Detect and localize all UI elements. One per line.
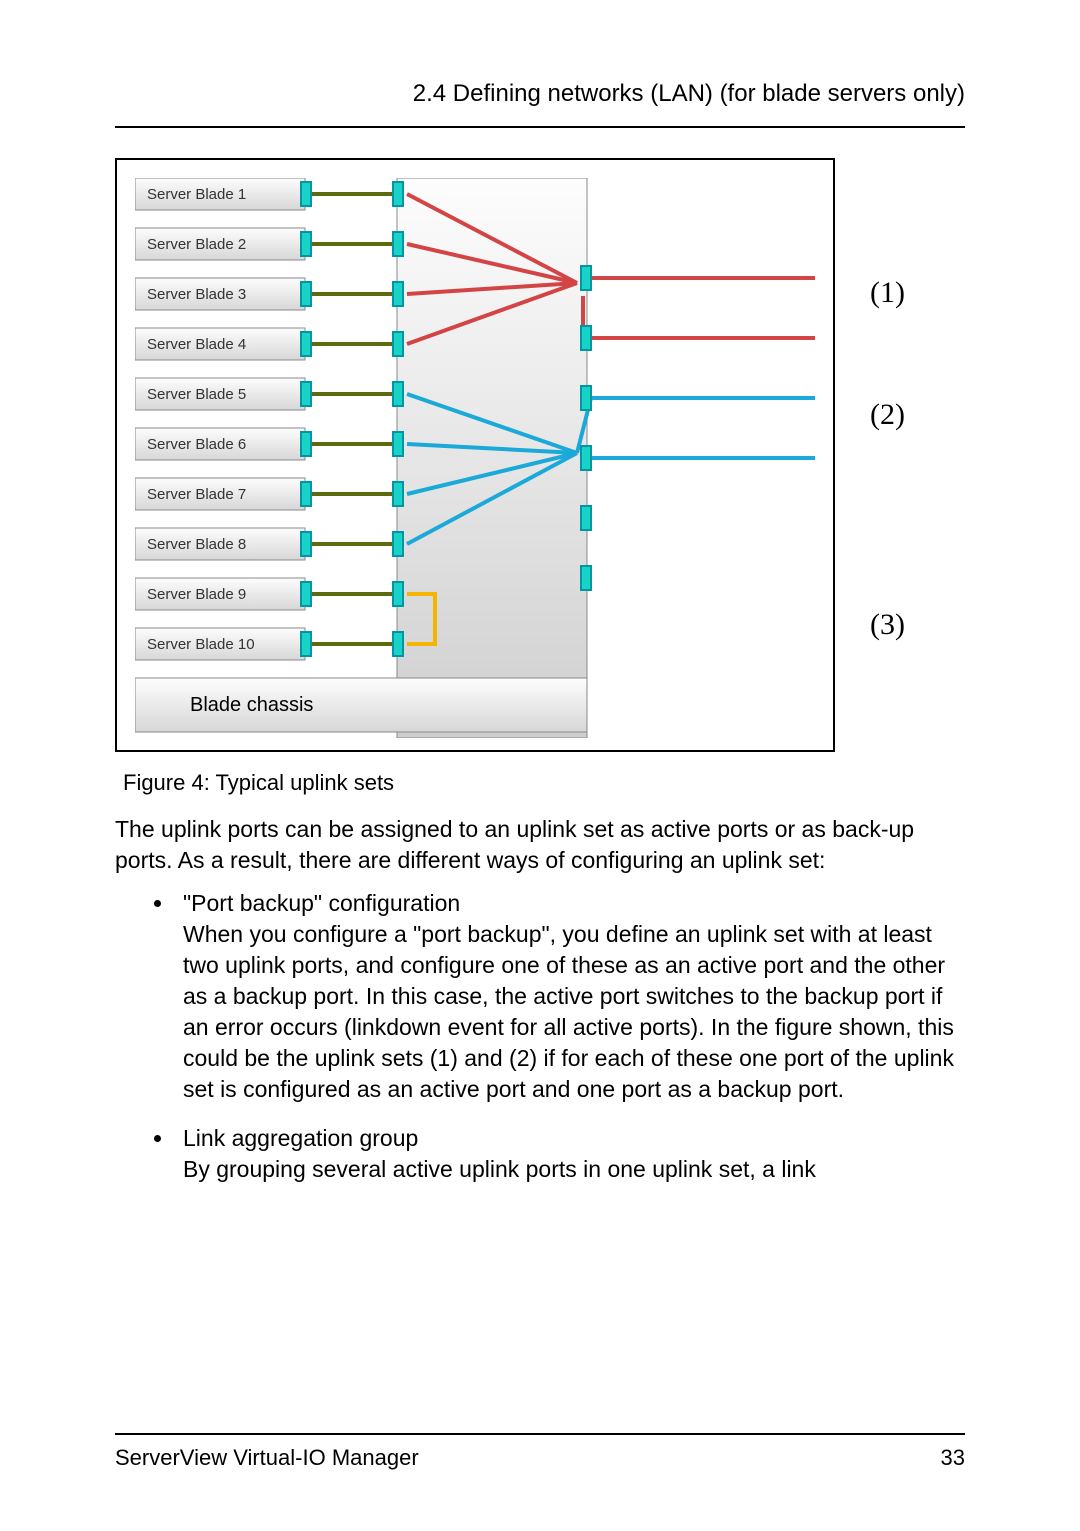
annotation-3: (3) bbox=[870, 608, 905, 642]
bullet-list: "Port backup" configuration When you con… bbox=[115, 888, 965, 1185]
figure-caption: Figure 4: Typical uplink sets bbox=[123, 770, 965, 796]
annotation-2: (2) bbox=[870, 398, 905, 432]
bullet-body: By grouping several active uplink ports … bbox=[183, 1156, 816, 1182]
blade-label: Server Blade 1 bbox=[147, 186, 246, 203]
footer-page-number: 33 bbox=[941, 1445, 965, 1471]
chassis-label: Blade chassis bbox=[190, 694, 313, 716]
bullet-title: Link aggregation group bbox=[183, 1125, 418, 1151]
figure-container: Server Blade 1 Server Blade 2 Server Bla… bbox=[115, 158, 835, 752]
annotation-1: (1) bbox=[870, 276, 905, 310]
blade-label: Server Blade 4 bbox=[147, 336, 246, 353]
bullet-item: "Port backup" configuration When you con… bbox=[175, 888, 965, 1105]
blade-label: Server Blade 2 bbox=[147, 236, 246, 253]
blade-label: Server Blade 10 bbox=[147, 636, 255, 653]
page-footer: ServerView Virtual-IO Manager 33 bbox=[115, 1433, 965, 1471]
blade-label: Server Blade 5 bbox=[147, 386, 246, 403]
bullet-item: Link aggregation group By grouping sever… bbox=[175, 1123, 965, 1185]
blade-label: Server Blade 3 bbox=[147, 286, 246, 303]
header-divider bbox=[115, 126, 965, 128]
blade-label: Server Blade 8 bbox=[147, 536, 246, 553]
bullet-title: "Port backup" configuration bbox=[183, 890, 460, 916]
section-title: 2.4 Defining networks (LAN) (for blade s… bbox=[115, 80, 965, 108]
bullet-body: When you configure a "port backup", you … bbox=[183, 921, 954, 1102]
blade-label: Server Blade 9 bbox=[147, 586, 246, 603]
footer-doc-title: ServerView Virtual-IO Manager bbox=[115, 1445, 419, 1471]
blade-label: Server Blade 7 bbox=[147, 486, 246, 503]
footer-divider bbox=[115, 1433, 965, 1435]
network-diagram: Server Blade 1 Server Blade 2 Server Bla… bbox=[135, 178, 815, 738]
intro-paragraph: The uplink ports can be assigned to an u… bbox=[115, 814, 965, 876]
blade-label: Server Blade 6 bbox=[147, 436, 246, 453]
